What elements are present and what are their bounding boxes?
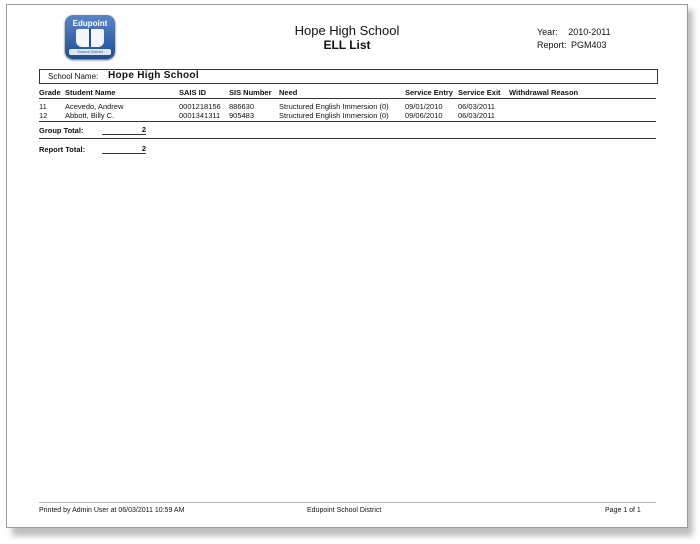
page-number: Page 1 of 1 <box>605 507 641 514</box>
group-total-value: 2 <box>102 125 146 135</box>
service-exit-cell: 06/03/2011 <box>458 111 495 120</box>
report-code-value: PGM403 <box>571 40 607 50</box>
col-header-service-exit: Service Exit <box>458 88 501 97</box>
printed-by-text: Printed by Admin User at 06/03/2011 10:5… <box>39 507 185 514</box>
school-title: Hope High School <box>294 23 400 38</box>
report-label: Report: <box>537 40 567 50</box>
rows-rule <box>39 121 656 122</box>
sais-id-cell: 0001218156 <box>179 102 221 111</box>
col-header-need: Need <box>279 88 298 97</box>
sais-id-cell: 0001341311 <box>179 111 221 120</box>
student-name-cell: Acevedo, Andrew <box>65 102 124 111</box>
col-header-withdrawal-reason: Withdrawal Reason <box>509 88 579 97</box>
service-exit-cell: 06/03/2011 <box>458 102 495 111</box>
grade-cell: 11 <box>39 102 47 111</box>
report-total-label: Report Total: <box>39 145 86 154</box>
col-header-sis-number: SIS Number <box>229 88 272 97</box>
book-icon <box>76 29 104 47</box>
sis-number-cell: 886630 <box>229 102 255 111</box>
need-cell: Structured English Immersion (0) <box>279 102 389 111</box>
report-code-line: Report: PGM403 <box>537 40 607 50</box>
logo-subtext: School District <box>69 49 111 55</box>
grade-cell: 12 <box>39 111 48 120</box>
school-name-label: School Name: <box>48 72 99 81</box>
group-total-label: Group Total: <box>39 126 84 135</box>
report-page: Edupoint School District Hope High Schoo… <box>6 4 688 528</box>
sis-number-cell: 905483 <box>229 111 255 120</box>
edupoint-logo: Edupoint School District <box>65 15 115 59</box>
col-header-student-name: Student Name <box>65 88 116 97</box>
report-title: ELL List <box>323 38 371 52</box>
need-cell: Structured English Immersion (0) <box>279 111 389 120</box>
group-total-rule <box>39 138 656 139</box>
footer-rule <box>39 502 656 503</box>
service-entry-cell: 09/06/2010 <box>405 111 443 120</box>
year-value: 2010-2011 <box>568 27 611 37</box>
school-name-value: Hope High School <box>108 70 199 81</box>
logo-brand-text: Edupoint <box>72 19 108 28</box>
col-header-grade: Grade <box>39 88 61 97</box>
col-header-sais-id: SAIS ID <box>179 88 207 97</box>
year-label: Year: <box>537 27 558 37</box>
header-rule <box>39 98 656 99</box>
col-header-service-entry: Service Entry <box>405 88 453 97</box>
district-name: Edupoint School District <box>307 507 382 514</box>
service-entry-cell: 09/01/2010 <box>405 102 443 111</box>
student-name-cell: Abbott, Billy C. <box>65 111 115 120</box>
year-line: Year: 2010-2011 <box>537 27 611 37</box>
report-total-value: 2 <box>102 144 146 154</box>
school-name-box: School Name: Hope High School <box>39 69 658 84</box>
